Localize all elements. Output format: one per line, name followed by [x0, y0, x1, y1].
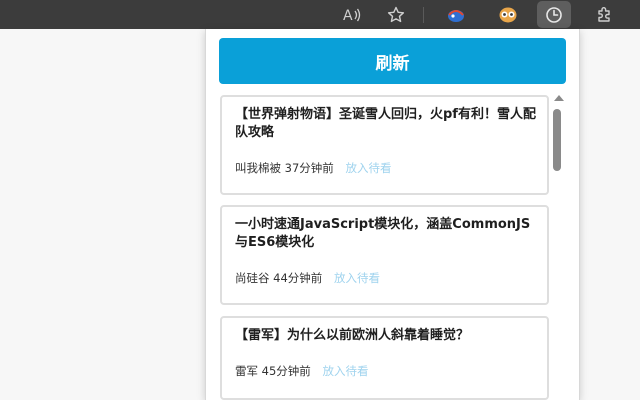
watch-later-link[interactable]: 放入待看 — [345, 161, 391, 175]
item-time: 44分钟前 — [273, 271, 323, 285]
list-item[interactable]: 一小时速通JavaScript模块化，涵盖CommonJS与ES6模块化 尚硅谷… — [220, 205, 549, 305]
watch-later-link[interactable]: 放入待看 — [322, 364, 368, 378]
item-time: 37分钟前 — [284, 161, 334, 175]
list-item[interactable]: 【雷军】为什么以前欧洲人斜靠着睡觉？ 雷军 45分钟前 放入待看 — [220, 316, 549, 400]
video-list: 【世界弹射物语】圣诞雪人回归，火pf有利！雪人配队攻略 叫我棉被 37分钟前 放… — [220, 95, 549, 400]
browser-toolbar: A — [0, 0, 640, 29]
item-meta: 雷军 45分钟前 放入待看 — [235, 363, 368, 379]
list-item[interactable]: 【世界弹射物语】圣诞雪人回归，火pf有利！雪人配队攻略 叫我棉被 37分钟前 放… — [220, 95, 549, 195]
favorite-star-icon[interactable] — [380, 0, 412, 29]
item-author: 雷军 — [235, 364, 258, 378]
item-meta: 尚硅谷 44分钟前 放入待看 — [235, 270, 380, 286]
item-title[interactable]: 【世界弹射物语】圣诞雪人回归，火pf有利！雪人配队攻略 — [235, 106, 540, 142]
extension-owl-icon[interactable] — [492, 0, 524, 29]
item-time: 45分钟前 — [261, 364, 311, 378]
scroll-thumb[interactable] — [553, 109, 561, 171]
item-author: 尚硅谷 — [235, 271, 270, 285]
item-author: 叫我棉被 — [235, 161, 281, 175]
scrollbar[interactable] — [552, 95, 566, 400]
read-aloud-icon[interactable]: A — [336, 0, 368, 29]
item-title[interactable]: 一小时速通JavaScript模块化，涵盖CommonJS与ES6模块化 — [235, 216, 540, 252]
item-meta: 叫我棉被 37分钟前 放入待看 — [235, 160, 391, 176]
scroll-up-arrow-icon[interactable] — [554, 95, 564, 101]
extension-popup: 刷新 【世界弹射物语】圣诞雪人回归，火pf有利！雪人配队攻略 叫我棉被 37分钟… — [205, 29, 580, 400]
extension-blue-icon[interactable] — [440, 0, 472, 29]
svg-text:A: A — [343, 8, 353, 23]
extensions-puzzle-icon[interactable] — [588, 0, 620, 29]
refresh-button[interactable]: 刷新 — [219, 38, 566, 84]
watch-later-link[interactable]: 放入待看 — [334, 271, 380, 285]
toolbar-separator — [423, 7, 424, 23]
clock-extension-icon[interactable] — [537, 1, 571, 28]
item-title[interactable]: 【雷军】为什么以前欧洲人斜靠着睡觉？ — [235, 327, 540, 345]
